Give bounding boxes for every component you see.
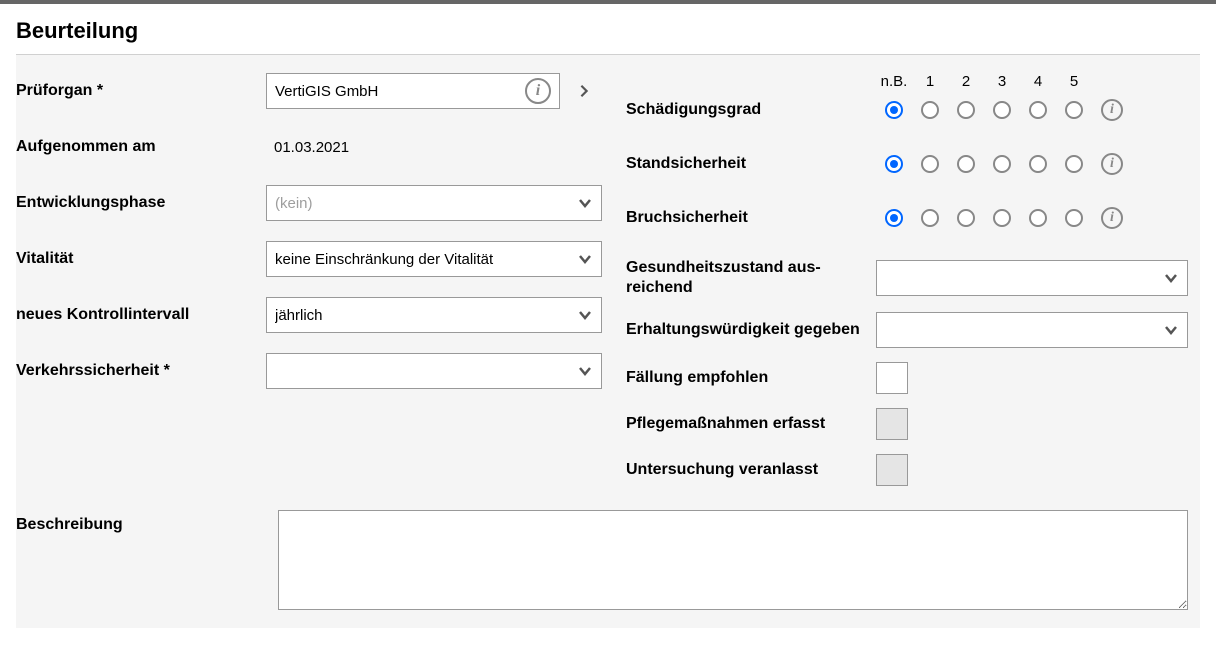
radio-header: 1 bbox=[912, 73, 948, 90]
prueforgan-lookup-button[interactable] bbox=[566, 73, 602, 109]
radio-header: 3 bbox=[984, 73, 1020, 90]
schaedigungsgrad-radio-5[interactable] bbox=[1065, 101, 1083, 119]
schaedigungsgrad-radios bbox=[876, 101, 1092, 119]
standsicherheit-radio-1[interactable] bbox=[921, 155, 939, 173]
schaedigungsgrad-radio-3[interactable] bbox=[993, 101, 1011, 119]
schaedigungsgrad-radio-nb[interactable] bbox=[885, 101, 903, 119]
prueforgan-label: Prüforgan * bbox=[16, 82, 266, 100]
bruchsicherheit-radios bbox=[876, 209, 1092, 227]
entwicklung-placeholder: (kein) bbox=[275, 195, 577, 212]
standsicherheit-radios bbox=[876, 155, 1092, 173]
bruchsicherheit-radio-4[interactable] bbox=[1029, 209, 1047, 227]
radio-header-row: n.B. 1 2 3 4 5 bbox=[876, 73, 1188, 90]
bruchsicherheit-radio-nb[interactable] bbox=[885, 209, 903, 227]
untersuchung-checkbox bbox=[876, 454, 908, 486]
radio-header: 2 bbox=[948, 73, 984, 90]
verkehrssicherheit-select[interactable] bbox=[266, 353, 602, 389]
pflege-label: Pflegemaßnahmen erfasst bbox=[626, 414, 876, 434]
kontrollintervall-value: jährlich bbox=[275, 307, 577, 324]
kontrollintervall-label: neues Kontrollintervall bbox=[16, 306, 266, 324]
erhaltung-select[interactable] bbox=[876, 312, 1188, 348]
entwicklung-label: Entwicklungsphase bbox=[16, 194, 266, 212]
chevron-right-icon bbox=[577, 84, 591, 98]
radio-header: n.B. bbox=[876, 73, 912, 90]
faellung-label: Fällung empfohlen bbox=[626, 368, 876, 388]
bruchsicherheit-radio-5[interactable] bbox=[1065, 209, 1083, 227]
faellung-checkbox[interactable] bbox=[876, 362, 908, 394]
chevron-down-icon bbox=[1163, 270, 1179, 286]
assessment-panel: Prüforgan * VertiGIS GmbH i Aufgenommen … bbox=[16, 54, 1200, 628]
vitalitaet-select[interactable]: keine Einschränkung der Vitalität bbox=[266, 241, 602, 277]
prueforgan-input[interactable]: VertiGIS GmbH i bbox=[266, 73, 560, 109]
aufgenommen-label: Aufgenommen am bbox=[16, 138, 266, 156]
aufgenommen-value: 01.03.2021 bbox=[266, 139, 602, 156]
standsicherheit-radio-nb[interactable] bbox=[885, 155, 903, 173]
bruchsicherheit-radio-2[interactable] bbox=[957, 209, 975, 227]
bruchsicherheit-label: Bruchsicherheit bbox=[626, 209, 876, 227]
schaedigungsgrad-label: Schädigungsgrad bbox=[626, 101, 876, 119]
chevron-down-icon bbox=[577, 363, 593, 379]
chevron-down-icon bbox=[577, 307, 593, 323]
chevron-down-icon bbox=[577, 251, 593, 267]
radio-header: 5 bbox=[1056, 73, 1092, 90]
vitalitaet-label: Vitalität bbox=[16, 250, 266, 268]
gesundheit-select[interactable] bbox=[876, 260, 1188, 296]
standsicherheit-radio-5[interactable] bbox=[1065, 155, 1083, 173]
bruchsicherheit-radio-1[interactable] bbox=[921, 209, 939, 227]
vitalitaet-value: keine Einschränkung der Vitalität bbox=[275, 251, 577, 268]
erhaltung-label: Erhaltungswürdigkeit gegeben bbox=[626, 320, 876, 340]
standsicherheit-radio-4[interactable] bbox=[1029, 155, 1047, 173]
radio-header: 4 bbox=[1020, 73, 1056, 90]
beschreibung-label: Beschreibung bbox=[16, 510, 278, 610]
schaedigungsgrad-radio-4[interactable] bbox=[1029, 101, 1047, 119]
chevron-down-icon bbox=[1163, 322, 1179, 338]
standsicherheit-label: Standsicherheit bbox=[626, 155, 876, 173]
entwicklung-select[interactable]: (kein) bbox=[266, 185, 602, 221]
chevron-down-icon bbox=[577, 195, 593, 211]
untersuchung-label: Untersuchung veranlasst bbox=[626, 460, 876, 480]
info-icon[interactable]: i bbox=[1101, 153, 1123, 175]
pflege-checkbox bbox=[876, 408, 908, 440]
standsicherheit-radio-3[interactable] bbox=[993, 155, 1011, 173]
verkehrssicherheit-label: Verkehrssicherheit * bbox=[16, 362, 266, 380]
section-title: Beurteilung bbox=[16, 18, 1200, 44]
info-icon[interactable]: i bbox=[1101, 207, 1123, 229]
kontrollintervall-select[interactable]: jährlich bbox=[266, 297, 602, 333]
schaedigungsgrad-radio-1[interactable] bbox=[921, 101, 939, 119]
prueforgan-value: VertiGIS GmbH bbox=[275, 83, 525, 100]
info-icon[interactable]: i bbox=[525, 78, 551, 104]
info-icon[interactable]: i bbox=[1101, 99, 1123, 121]
top-divider bbox=[0, 0, 1216, 4]
gesundheit-label: Gesundheitszustand aus­reichend bbox=[626, 258, 876, 298]
beschreibung-textarea[interactable] bbox=[278, 510, 1188, 610]
schaedigungsgrad-radio-2[interactable] bbox=[957, 101, 975, 119]
standsicherheit-radio-2[interactable] bbox=[957, 155, 975, 173]
bruchsicherheit-radio-3[interactable] bbox=[993, 209, 1011, 227]
